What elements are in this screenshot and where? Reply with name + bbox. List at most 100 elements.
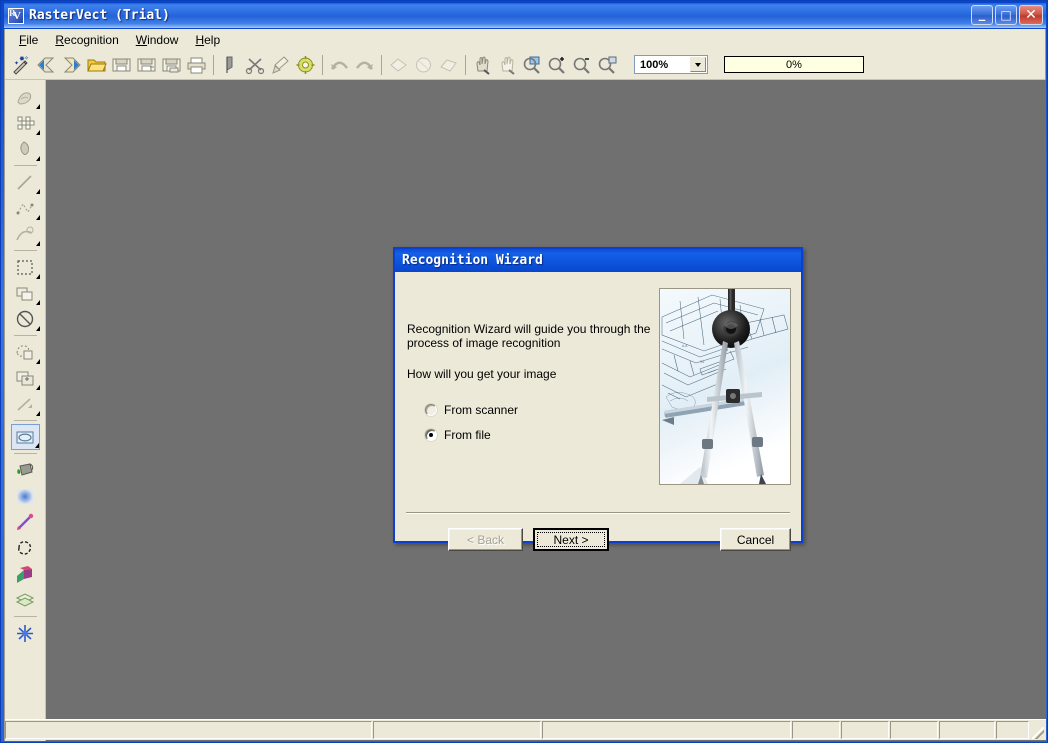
blueprint-compass-image: 12.5 R8 A-A 34	[660, 289, 790, 484]
layers-icon	[15, 592, 35, 607]
recognition-wizard-dialog: Recognition Wizard Recognition Wizard wi…	[393, 247, 803, 551]
radio-button-icon[interactable]	[425, 404, 437, 416]
zoom-out-button[interactable]	[570, 53, 595, 77]
status-panel-2	[373, 721, 541, 739]
svg-text:✦: ✦	[14, 60, 19, 67]
back-button[interactable]: < Back	[448, 528, 523, 551]
undo-button[interactable]	[327, 53, 352, 77]
zoom-in-button[interactable]	[545, 53, 570, 77]
layers-button[interactable]	[11, 587, 40, 613]
measure-line-tool-icon	[17, 397, 32, 411]
tool-flyout-arrow-icon	[35, 411, 40, 416]
window-titlebar: RasterVect (Trial) _ □ ✕	[4, 3, 1046, 28]
zoom-window-icon	[523, 56, 540, 74]
cancel-button[interactable]: Cancel	[720, 528, 791, 551]
paint-bucket-button[interactable]	[11, 457, 40, 483]
import-button[interactable]	[34, 53, 59, 77]
menu-file[interactable]: File	[11, 31, 47, 49]
rotate-right-button[interactable]	[436, 53, 461, 77]
undo-icon	[330, 61, 349, 70]
measure-line-tool-button[interactable]	[11, 391, 40, 417]
menu-window[interactable]: Window	[128, 31, 188, 49]
rotate-left-button[interactable]	[386, 53, 411, 77]
clean-button[interactable]	[268, 53, 293, 77]
minimize-button[interactable]: _	[971, 5, 993, 25]
rotate-button[interactable]	[411, 53, 436, 77]
save-as-icon	[137, 58, 156, 71]
menu-recognition[interactable]: Recognition	[47, 31, 127, 49]
pointer-tool-icon	[17, 91, 32, 105]
lasso-copy-tool-button[interactable]	[11, 339, 40, 365]
export-button[interactable]	[59, 53, 84, 77]
progress-indicator: 0%	[724, 56, 864, 73]
radio-from-scanner[interactable]: From scanner	[425, 400, 518, 420]
dialog-divider	[406, 512, 790, 514]
status-panel-4	[792, 721, 840, 739]
close-button[interactable]: ✕	[1019, 5, 1043, 25]
curve-tool-button[interactable]	[11, 221, 40, 247]
print-icon	[187, 57, 206, 73]
svg-text:34: 34	[700, 360, 704, 364]
color-picker-icon	[17, 513, 34, 530]
options-button[interactable]	[293, 53, 318, 77]
tool-flyout-arrow-icon	[35, 241, 40, 246]
dialog-title: Recognition Wizard	[402, 253, 543, 268]
radio-button-icon[interactable]	[425, 429, 437, 441]
shape-tool-button[interactable]	[11, 280, 40, 306]
zoom-fit-button[interactable]	[595, 53, 620, 77]
save-all-icon	[162, 58, 181, 72]
dialog-text-block: Recognition Wizard will guide you throug…	[407, 322, 657, 381]
snap-tool-button[interactable]	[11, 620, 40, 646]
raster-object-tool-button[interactable]	[10, 424, 40, 450]
tool-select-button[interactable]	[218, 53, 243, 77]
tool-flyout-arrow-icon	[35, 156, 40, 161]
color-picker-button[interactable]	[11, 509, 40, 535]
blur-tool-button[interactable]	[11, 483, 40, 509]
cut-button[interactable]	[243, 53, 268, 77]
airbrush-tool-icon	[20, 140, 29, 155]
next-button[interactable]: Next >	[533, 528, 609, 551]
polyline-tool-button[interactable]	[11, 195, 40, 221]
open-button[interactable]	[84, 53, 109, 77]
resize-grip-icon[interactable]	[1030, 720, 1046, 740]
radio-from-file[interactable]: From file	[425, 425, 518, 445]
recognition-wizard-button[interactable]: ✸ ✧ ✦	[9, 53, 34, 77]
halftone-tool-button[interactable]	[11, 110, 40, 136]
status-panel-3	[542, 721, 791, 739]
tools-separator	[13, 616, 37, 617]
zoom-level-combobox[interactable]: 100%	[634, 55, 708, 74]
shape-tool-icon	[16, 287, 33, 300]
polyline-tool-icon	[16, 202, 34, 214]
color-palette-button[interactable]	[11, 561, 40, 587]
zoom-window-button[interactable]	[520, 53, 545, 77]
maximize-button[interactable]: □	[995, 5, 1017, 25]
group-tool-button[interactable]	[11, 365, 40, 391]
pointer-tool-button[interactable]	[11, 84, 40, 110]
lasso-tool-button[interactable]	[11, 535, 40, 561]
menu-help[interactable]: Help	[187, 31, 229, 49]
halftone-tool-icon	[17, 116, 35, 129]
zoom-in-icon	[548, 56, 565, 74]
toolbar-separator	[322, 54, 323, 75]
tool-flyout-arrow-icon	[35, 326, 40, 331]
save-as-button[interactable]	[134, 53, 159, 77]
save-all-button[interactable]	[159, 53, 184, 77]
radio-from-scanner-label: From scanner	[444, 403, 519, 417]
rect-select-tool-button[interactable]	[11, 254, 40, 280]
chevron-down-icon[interactable]	[690, 57, 706, 72]
pan-button[interactable]	[470, 53, 495, 77]
tool-flyout-arrow-icon	[35, 359, 40, 364]
print-button[interactable]	[184, 53, 209, 77]
grab-button[interactable]	[495, 53, 520, 77]
airbrush-tool-button[interactable]	[11, 136, 40, 162]
zoom-out-icon	[573, 57, 590, 74]
next-button-label: Next >	[553, 532, 589, 547]
circle-slash-tool-button[interactable]	[11, 306, 40, 332]
dialog-button-row: < Back Next > Cancel	[395, 528, 801, 552]
brush-icon	[272, 55, 289, 74]
zoom-fit-icon	[598, 56, 617, 74]
tools-separator	[13, 165, 37, 166]
redo-button[interactable]	[352, 53, 377, 77]
save-button[interactable]	[109, 53, 134, 77]
line-tool-button[interactable]	[11, 169, 40, 195]
